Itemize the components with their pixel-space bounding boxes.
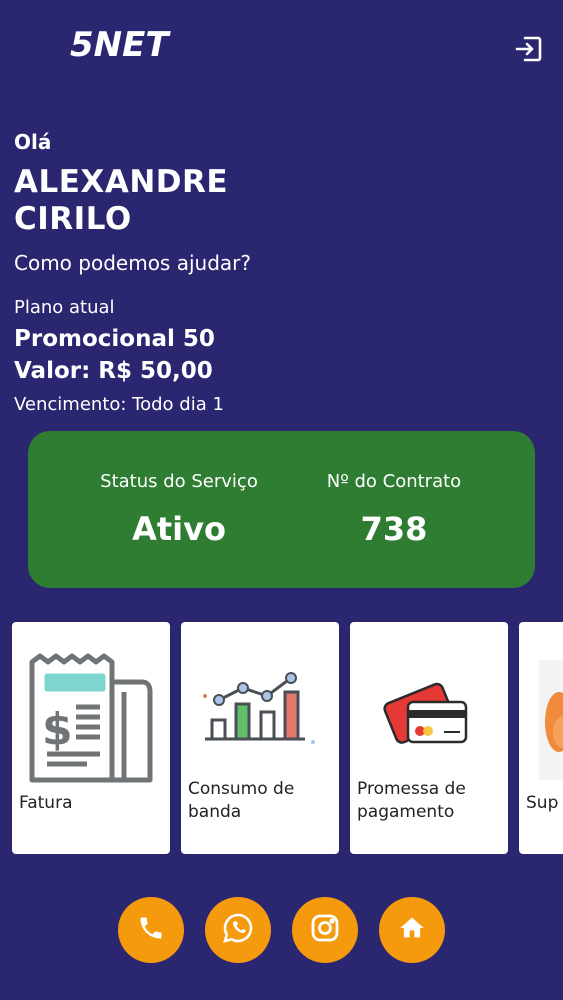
help-text: Como podemos ajudar?	[14, 251, 251, 275]
service-status-card: Status do Serviço Ativo Nº do Contrato 7…	[28, 431, 535, 588]
instagram-icon	[310, 913, 340, 947]
user-name: ALEXANDRE CIRILO	[14, 164, 334, 238]
app-logo: 5NET	[70, 22, 176, 65]
user-name-line1: ALEXANDRE	[14, 164, 229, 200]
phone-button[interactable]	[118, 897, 184, 963]
service-status-label: Status do Serviço	[100, 471, 258, 492]
whatsapp-button[interactable]	[205, 897, 271, 963]
service-card-fatura[interactable]: $ Fatura	[12, 622, 170, 854]
plan-name: Promocional 50	[14, 326, 215, 352]
service-card-promessa[interactable]: Promessa de pagamento	[350, 622, 508, 854]
svg-text:5NET: 5NET	[70, 25, 171, 62]
plan-value: Valor: R$ 50,00	[14, 358, 213, 384]
phone-icon	[137, 914, 165, 946]
contract-number: Nº do Contrato 738	[284, 471, 504, 548]
bandwidth-chart-icon	[181, 652, 339, 792]
svg-text:$: $	[42, 704, 73, 755]
service-card-label: Sup	[526, 793, 559, 813]
home-icon	[398, 914, 426, 946]
service-status-value: Ativo	[132, 510, 226, 548]
service-card-suporte[interactable]: Sup	[519, 622, 563, 854]
whatsapp-icon	[222, 912, 254, 948]
service-card-label: Fatura	[19, 793, 73, 813]
service-card-label: Consumo de banda	[188, 779, 295, 822]
plan-label: Plano atual	[14, 297, 115, 318]
service-status: Status do Serviço Ativo	[69, 471, 289, 548]
home-button[interactable]	[379, 897, 445, 963]
instagram-button[interactable]	[292, 897, 358, 963]
service-card-consumo[interactable]: Consumo de banda	[181, 622, 339, 854]
user-name-line2: CIRILO	[14, 201, 132, 237]
contract-number-value: 738	[360, 510, 428, 548]
plan-due: Vencimento: Todo dia 1	[14, 394, 224, 415]
services-carousel[interactable]: $ Fatura Consumo de banda Promessa de pa…	[12, 622, 563, 854]
contract-number-label: Nº do Contrato	[326, 471, 462, 492]
credit-card-icon	[350, 652, 508, 792]
invoice-icon: $	[12, 652, 170, 792]
logout-icon[interactable]	[514, 34, 544, 64]
greeting: Olá	[14, 130, 52, 154]
support-icon	[519, 652, 563, 792]
service-card-label: Promessa de pagamento	[357, 779, 466, 822]
